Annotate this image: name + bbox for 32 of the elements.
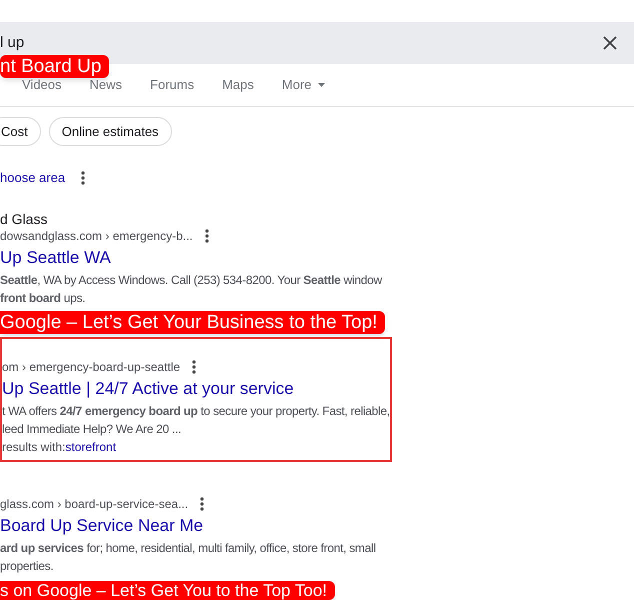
choose-area-link[interactable]: hoose area — [0, 168, 66, 188]
filter-chip[interactable]: Cost — [0, 117, 41, 146]
site-name: d Glass — [0, 210, 48, 228]
result-title[interactable]: Up Seattle | 24/7 Active at your service — [2, 377, 294, 401]
promo-banner: Google – Let’s Get Your Business to the Top! — [0, 311, 386, 334]
result-title[interactable]: Up Seattle WA — [0, 246, 111, 270]
result-snippet: front board ups. — [0, 290, 86, 307]
more-options-icon[interactable] — [192, 360, 196, 374]
search-tab[interactable]: Maps — [222, 75, 254, 95]
storefront-link[interactable]: storefront — [65, 438, 116, 456]
more-options-icon[interactable] — [81, 171, 86, 185]
result-url: om › emergency-board-up-seattle — [2, 359, 180, 376]
result-url: dowsandglass.com › emergency-b... — [0, 228, 193, 245]
caret-icon — [318, 83, 325, 87]
close-icon[interactable] — [603, 36, 617, 50]
result-url: glass.com › board-up-service-sea... — [0, 496, 188, 513]
result-snippet: properties. — [0, 558, 54, 575]
more-options-icon[interactable] — [200, 497, 204, 511]
result-snippet: Seattle, WA by Access Windows. Call (253) 534-8200. Your Seattle window — [0, 272, 382, 289]
result-snippet: t WA offers 24/7 emergency board up to secure your property. Fast, reliable, — [2, 403, 390, 420]
promo-banner: nt Board Up — [0, 55, 110, 78]
result-snippet: leed Immediate Help? We Are 20 ... — [2, 421, 182, 438]
result-more-label: results with: — [2, 439, 66, 456]
search-tab[interactable]: News — [90, 75, 122, 95]
filter-chip[interactable]: Online estimates — [48, 117, 172, 146]
promo-banner: s on Google – Let’s Get You to the Top Too! — [0, 581, 336, 600]
search-tab[interactable]: Forums — [150, 75, 194, 95]
result-title[interactable]: Board Up Service Near Me — [0, 514, 204, 538]
more-menu-tab[interactable]: More — [282, 75, 325, 95]
search-tab[interactable]: Videos — [22, 75, 62, 95]
more-options-icon[interactable] — [204, 229, 209, 243]
result-snippet: ard up services for; home, residential, multi family, office, store front, small — [0, 540, 376, 557]
